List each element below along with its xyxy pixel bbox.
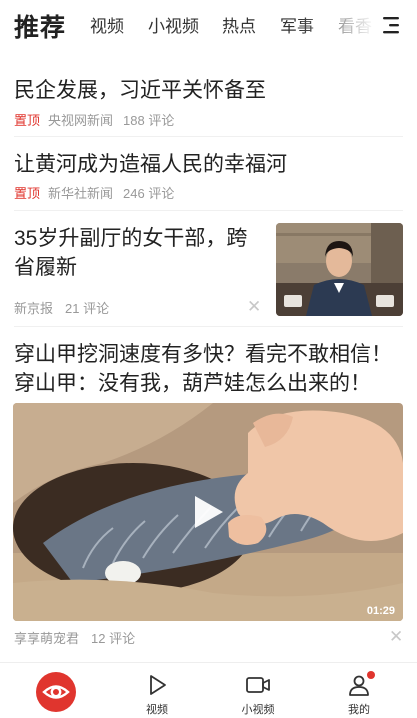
video-thumbnail[interactable]: 01:29 bbox=[13, 403, 403, 621]
news-source: 央视网新闻 bbox=[48, 113, 114, 128]
pinned-badge: 置顶 bbox=[14, 186, 41, 201]
dislike-close-icon[interactable]: ✕ bbox=[247, 298, 261, 315]
news-item[interactable]: 35岁升副厅的女干部，跨 省履新 新京报 21 评论 ✕ bbox=[0, 222, 417, 322]
nav-mine[interactable]: 我的 bbox=[319, 663, 399, 718]
news-title[interactable]: 穿山甲挖洞速度有多快？看完不敢相信！ 穿山甲：没有我，葫芦娃怎么出来的！ bbox=[14, 340, 409, 398]
play-icon bbox=[145, 673, 169, 702]
nav-home[interactable] bbox=[16, 663, 96, 718]
comment-count: 188 评论 bbox=[123, 113, 175, 128]
news-item[interactable]: 民企发展，习近平关怀备至 置顶 央视网新闻 188 评论 bbox=[0, 72, 417, 136]
tab-hot[interactable]: 热点 bbox=[222, 12, 256, 37]
news-meta: 置顶 新华社新闻 246 评论 bbox=[14, 183, 174, 202]
news-title[interactable]: 民企发展，习近平关怀备至 bbox=[14, 76, 266, 105]
camera-icon bbox=[245, 674, 271, 701]
comment-count: 12 评论 bbox=[91, 631, 136, 646]
news-source: 享享萌宠君 bbox=[14, 631, 80, 646]
dislike-close-icon[interactable]: ✕ bbox=[389, 628, 403, 645]
comment-count: 246 评论 bbox=[123, 186, 175, 201]
news-item[interactable]: 让黄河成为造福人民的幸福河 置顶 新华社新闻 246 评论 bbox=[0, 146, 417, 210]
news-title[interactable]: 让黄河成为造福人民的幸福河 bbox=[14, 150, 287, 179]
play-icon[interactable] bbox=[193, 494, 225, 535]
nav-label: 小视频 bbox=[241, 704, 275, 716]
tab-short-video[interactable]: 小视频 bbox=[148, 12, 199, 37]
news-title[interactable]: 35岁升副厅的女干部，跨 省履新 bbox=[14, 224, 264, 282]
divider bbox=[14, 136, 403, 137]
comment-count: 21 评论 bbox=[65, 301, 110, 316]
bottom-nav: 视频 小视频 我的 bbox=[0, 662, 417, 718]
top-tab-bar: 推荐 视频 小视频 热点 军事 看香 bbox=[0, 0, 417, 52]
news-meta: 置顶 央视网新闻 188 评论 bbox=[14, 110, 174, 129]
news-meta: 享享萌宠君 12 评论 bbox=[14, 628, 135, 647]
tab-military[interactable]: 军事 bbox=[280, 12, 314, 37]
news-item-video[interactable]: 穿山甲挖洞速度有多快？看完不敢相信！ 穿山甲：没有我，葫芦娃怎么出来的！ 01:… bbox=[0, 338, 417, 650]
tab-video[interactable]: 视频 bbox=[90, 12, 124, 37]
eye-logo-icon bbox=[36, 672, 76, 712]
nav-label: 我的 bbox=[348, 704, 370, 716]
news-thumbnail[interactable] bbox=[276, 223, 403, 316]
notification-dot bbox=[367, 671, 375, 679]
nav-short-video[interactable]: 小视频 bbox=[218, 663, 298, 718]
news-source: 新华社新闻 bbox=[48, 186, 114, 201]
pinned-badge: 置顶 bbox=[14, 113, 41, 128]
news-source: 新京报 bbox=[14, 301, 54, 316]
video-duration: 01:29 bbox=[366, 605, 395, 617]
divider bbox=[14, 210, 403, 211]
tab-kanxiang[interactable]: 看香 bbox=[338, 12, 372, 37]
channel-menu-icon[interactable] bbox=[380, 14, 406, 36]
tab-recommend[interactable]: 推荐 bbox=[14, 8, 66, 44]
nav-label: 视频 bbox=[146, 704, 168, 716]
divider bbox=[14, 326, 403, 327]
nav-video[interactable]: 视频 bbox=[117, 663, 197, 718]
news-meta: 新京报 21 评论 bbox=[14, 298, 109, 317]
